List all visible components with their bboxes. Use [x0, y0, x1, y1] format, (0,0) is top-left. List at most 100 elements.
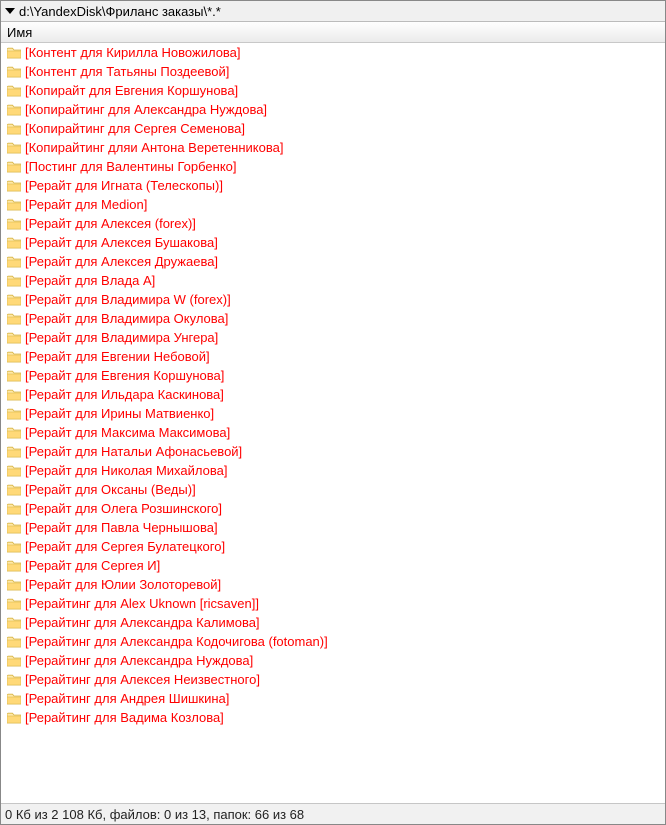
- folder-row[interactable]: [Рерайт для Влада А]: [1, 271, 665, 290]
- folder-row[interactable]: [Копирайтинг дляи Антона Веретенникова]: [1, 138, 665, 157]
- folder-name: [Копирайтинг для Александра Нуждова]: [25, 100, 267, 119]
- folder-icon: [7, 161, 21, 173]
- folder-name: [Рерайт для Евгения Коршунова]: [25, 366, 224, 385]
- folder-row[interactable]: [Рерайт для Николая Михайлова]: [1, 461, 665, 480]
- folder-name: [Рерайт для Максима Максимова]: [25, 423, 230, 442]
- folder-name: [Контент для Кирилла Новожилова]: [25, 43, 241, 62]
- folder-icon: [7, 389, 21, 401]
- folder-row[interactable]: [Рерайт для Алексея (forex)]: [1, 214, 665, 233]
- dropdown-triangle-icon[interactable]: [5, 8, 15, 14]
- folder-icon: [7, 465, 21, 477]
- folder-icon: [7, 503, 21, 515]
- folder-icon: [7, 332, 21, 344]
- folder-icon: [7, 294, 21, 306]
- path-bar[interactable]: d:\YandexDisk\Фриланс заказы\*.*: [1, 1, 665, 22]
- folder-name: [Рерайт для Сергея Булатецкого]: [25, 537, 225, 556]
- folder-row[interactable]: [Рерайтинг для Вадима Козлова]: [1, 708, 665, 727]
- status-text: 0 Кб из 2 108 Кб, файлов: 0 из 13, папок…: [5, 807, 304, 822]
- folder-row[interactable]: [Рерайт для Владимира W (forex)]: [1, 290, 665, 309]
- folder-row[interactable]: [Рерайтинг для Alex Uknown [ricsaven]]: [1, 594, 665, 613]
- folder-row[interactable]: [Рерайт для Ильдара Каскинова]: [1, 385, 665, 404]
- folder-row[interactable]: [Рерайтинг для Алексея Неизвестного]: [1, 670, 665, 689]
- folder-name: [Рерайт для Натальи Афонасьевой]: [25, 442, 242, 461]
- folder-row[interactable]: [Рерайт для Юлии Золоторевой]: [1, 575, 665, 594]
- folder-name: [Рерайт для Игната (Телескопы)]: [25, 176, 223, 195]
- folder-name: [Постинг для Валентины Горбенко]: [25, 157, 237, 176]
- folder-row[interactable]: [Рерайт для Алексея Дружаева]: [1, 252, 665, 271]
- folder-name: [Рерайт для Ирины Матвиенко]: [25, 404, 214, 423]
- folder-icon: [7, 256, 21, 268]
- folder-icon: [7, 427, 21, 439]
- folder-icon: [7, 655, 21, 667]
- folder-name: [Копирайтинг для Сергея Семенова]: [25, 119, 245, 138]
- folder-name: [Рерайт для Юлии Золоторевой]: [25, 575, 221, 594]
- folder-icon: [7, 351, 21, 363]
- folder-row[interactable]: [Рерайт для Евгения Коршунова]: [1, 366, 665, 385]
- folder-row[interactable]: [Рерайт для Владимира Унгера]: [1, 328, 665, 347]
- folder-row[interactable]: [Рерайт для Сергея И]: [1, 556, 665, 575]
- folder-row[interactable]: [Копирайтинг для Сергея Семенова]: [1, 119, 665, 138]
- folder-row[interactable]: [Рерайт для Оксаны (Веды)]: [1, 480, 665, 499]
- folder-icon: [7, 598, 21, 610]
- folder-row[interactable]: [Рерайт для Сергея Булатецкого]: [1, 537, 665, 556]
- folder-icon: [7, 85, 21, 97]
- folder-row[interactable]: [Рерайт для Евгении Небовой]: [1, 347, 665, 366]
- folder-row[interactable]: [Контент для Татьяны Поздеевой]: [1, 62, 665, 81]
- folder-row[interactable]: [Рерайтинг для Александра Кодочигова (fo…: [1, 632, 665, 651]
- folder-row[interactable]: [Рерайт для Павла Чернышова]: [1, 518, 665, 537]
- folder-icon: [7, 142, 21, 154]
- folder-name: [Рерайт для Алексея Бушакова]: [25, 233, 218, 252]
- folder-icon: [7, 408, 21, 420]
- folder-row[interactable]: [Постинг для Валентины Горбенко]: [1, 157, 665, 176]
- file-panel: d:\YandexDisk\Фриланс заказы\*.* Имя [Ко…: [0, 0, 666, 825]
- folder-row[interactable]: [Копирайтинг для Александра Нуждова]: [1, 100, 665, 119]
- file-list[interactable]: [Контент для Кирилла Новожилова][Контент…: [1, 43, 665, 803]
- folder-name: [Рерайт для Владимира Унгера]: [25, 328, 218, 347]
- folder-icon: [7, 522, 21, 534]
- folder-row[interactable]: [Рерайт для Medion]: [1, 195, 665, 214]
- folder-row[interactable]: [Рерайт для Натальи Афонасьевой]: [1, 442, 665, 461]
- folder-icon: [7, 47, 21, 59]
- folder-row[interactable]: [Рерайт для Игната (Телескопы)]: [1, 176, 665, 195]
- folder-row[interactable]: [Рерайтинг для Александра Калимова]: [1, 613, 665, 632]
- column-header-bar[interactable]: Имя: [1, 22, 665, 43]
- folder-name: [Рерайтинг для Alex Uknown [ricsaven]]: [25, 594, 259, 613]
- folder-row[interactable]: [Рерайт для Ирины Матвиенко]: [1, 404, 665, 423]
- folder-name: [Рерайтинг для Александра Калимова]: [25, 613, 260, 632]
- folder-icon: [7, 104, 21, 116]
- folder-row[interactable]: [Рерайтинг для Андрея Шишкина]: [1, 689, 665, 708]
- folder-name: [Рерайт для Олега Розшинского]: [25, 499, 222, 518]
- folder-name: [Рерайт для Владимира W (forex)]: [25, 290, 231, 309]
- folder-name: [Рерайт для Medion]: [25, 195, 147, 214]
- folder-icon: [7, 199, 21, 211]
- folder-icon: [7, 484, 21, 496]
- folder-icon: [7, 636, 21, 648]
- folder-icon: [7, 560, 21, 572]
- folder-row[interactable]: [Контент для Кирилла Новожилова]: [1, 43, 665, 62]
- folder-name: [Рерайт для Оксаны (Веды)]: [25, 480, 196, 499]
- folder-icon: [7, 541, 21, 553]
- folder-name: [Рерайтинг для Александра Кодочигова (fo…: [25, 632, 328, 651]
- folder-row[interactable]: [Рерайт для Владимира Окулова]: [1, 309, 665, 328]
- folder-icon: [7, 123, 21, 135]
- folder-row[interactable]: [Рерайт для Олега Розшинского]: [1, 499, 665, 518]
- folder-name: [Рерайт для Алексея (forex)]: [25, 214, 196, 233]
- folder-icon: [7, 579, 21, 591]
- folder-name: [Копирайтинг дляи Антона Веретенникова]: [25, 138, 283, 157]
- folder-name: [Рерайт для Алексея Дружаева]: [25, 252, 218, 271]
- folder-row[interactable]: [Рерайт для Максима Максимова]: [1, 423, 665, 442]
- folder-name: [Рерайтинг для Вадима Козлова]: [25, 708, 224, 727]
- folder-name: [Рерайт для Владимира Окулова]: [25, 309, 228, 328]
- folder-icon: [7, 180, 21, 192]
- folder-row[interactable]: [Копирайт для Евгения Коршунова]: [1, 81, 665, 100]
- folder-row[interactable]: [Рерайтинг для Александра Нуждова]: [1, 651, 665, 670]
- folder-icon: [7, 693, 21, 705]
- folder-icon: [7, 370, 21, 382]
- current-path: d:\YandexDisk\Фриланс заказы\*.*: [19, 4, 221, 19]
- folder-icon: [7, 66, 21, 78]
- folder-name: [Копирайт для Евгения Коршунова]: [25, 81, 238, 100]
- column-header-name[interactable]: Имя: [7, 25, 32, 40]
- folder-icon: [7, 674, 21, 686]
- folder-row[interactable]: [Рерайт для Алексея Бушакова]: [1, 233, 665, 252]
- folder-name: [Рерайт для Влада А]: [25, 271, 155, 290]
